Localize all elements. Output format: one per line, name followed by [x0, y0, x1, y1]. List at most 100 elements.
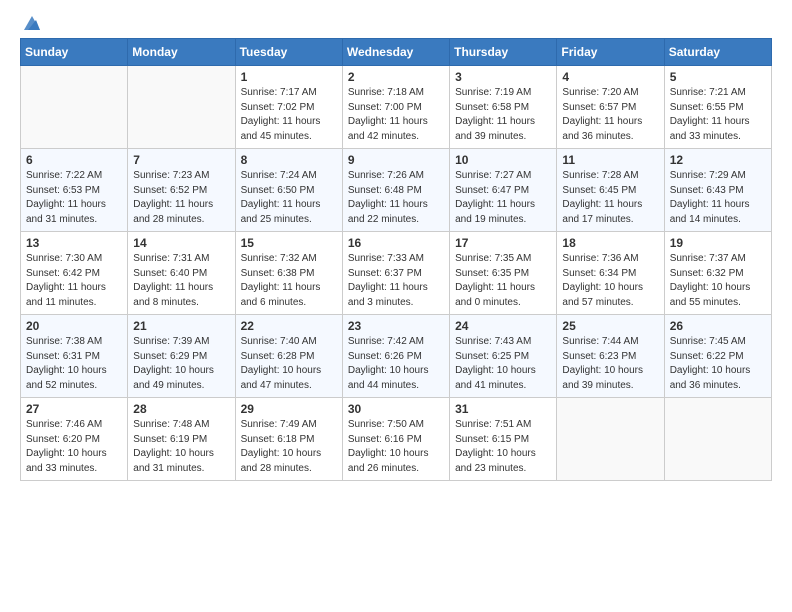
calendar-week-row: 1 Sunrise: 7:17 AMSunset: 7:02 PMDaylight… [21, 66, 772, 149]
day-info: Sunrise: 7:36 AMSunset: 6:34 PMDaylight:… [562, 252, 658, 310]
header [20, 16, 772, 32]
calendar-cell: 2 Sunrise: 7:18 AMSunset: 7:00 PMDaylight… [342, 66, 449, 149]
weekday-header-sunday: Sunday [21, 39, 128, 66]
day-number: 13 [26, 236, 122, 250]
day-number: 2 [348, 70, 444, 84]
calendar-cell: 28 Sunrise: 7:48 AMSunset: 6:19 PMDayligh… [128, 398, 235, 481]
calendar-cell: 18Sunrise: 7:36 AMSunset: 6:34 PMDayligh… [557, 232, 664, 315]
calendar-cell: 29Sunrise: 7:49 AMSunset: 6:18 PMDayligh… [235, 398, 342, 481]
day-number: 20 [26, 319, 122, 333]
day-info: Sunrise: 7:17 AMSunset: 7:02 PMDaylight:… [241, 86, 337, 144]
calendar-cell [128, 66, 235, 149]
calendar-page: SundayMondayTuesdayWednesdayThursdayFrid… [0, 0, 792, 501]
day-number: 3 [455, 70, 551, 84]
calendar-cell: 26Sunrise: 7:45 AMSunset: 6:22 PMDayligh… [664, 315, 771, 398]
day-info: Sunrise: 7:51 AMSunset: 6:15 PMDaylight:… [455, 418, 551, 476]
day-number: 6 [26, 153, 122, 167]
weekday-header-saturday: Saturday [664, 39, 771, 66]
calendar-cell: 10 Sunrise: 7:27 AMSunset: 6:47 PMDayligh… [450, 149, 557, 232]
day-info: Sunrise: 7:37 AMSunset: 6:32 PMDaylight:… [670, 252, 766, 310]
day-info: Sunrise: 7:42 AMSunset: 6:26 PMDaylight:… [348, 335, 444, 393]
day-number: 23 [348, 319, 444, 333]
day-number: 21 [133, 319, 229, 333]
day-info: Sunrise: 7:45 AMSunset: 6:22 PMDaylight:… [670, 335, 766, 393]
calendar-cell: 4 Sunrise: 7:20 AMSunset: 6:57 PMDaylight… [557, 66, 664, 149]
calendar-cell: 23 Sunrise: 7:42 AMSunset: 6:26 PMDayligh… [342, 315, 449, 398]
calendar-cell: 22Sunrise: 7:40 AMSunset: 6:28 PMDayligh… [235, 315, 342, 398]
calendar-cell [21, 66, 128, 149]
calendar-cell: 16 Sunrise: 7:33 AMSunset: 6:37 PMDayligh… [342, 232, 449, 315]
day-number: 7 [133, 153, 229, 167]
calendar-cell: 17Sunrise: 7:35 AMSunset: 6:35 PMDayligh… [450, 232, 557, 315]
day-number: 5 [670, 70, 766, 84]
calendar-cell: 30 Sunrise: 7:50 AMSunset: 6:16 PMDayligh… [342, 398, 449, 481]
day-number: 11 [562, 153, 658, 167]
day-number: 31 [455, 402, 551, 416]
day-info: Sunrise: 7:48 AMSunset: 6:19 PMDaylight:… [133, 418, 229, 476]
day-number: 24 [455, 319, 551, 333]
day-number: 9 [348, 153, 444, 167]
day-info: Sunrise: 7:29 AMSunset: 6:43 PMDaylight:… [670, 169, 766, 227]
calendar-cell: 12 Sunrise: 7:29 AMSunset: 6:43 PMDayligh… [664, 149, 771, 232]
calendar-cell: 3Sunrise: 7:19 AMSunset: 6:58 PMDaylight… [450, 66, 557, 149]
day-number: 10 [455, 153, 551, 167]
day-info: Sunrise: 7:22 AMSunset: 6:53 PMDaylight:… [26, 169, 122, 227]
calendar-cell: 8 Sunrise: 7:24 AMSunset: 6:50 PMDaylight… [235, 149, 342, 232]
day-info: Sunrise: 7:28 AMSunset: 6:45 PMDaylight:… [562, 169, 658, 227]
calendar-cell: 25 Sunrise: 7:44 AMSunset: 6:23 PMDayligh… [557, 315, 664, 398]
day-number: 28 [133, 402, 229, 416]
day-info: Sunrise: 7:31 AMSunset: 6:40 PMDaylight:… [133, 252, 229, 310]
day-number: 12 [670, 153, 766, 167]
weekday-header-thursday: Thursday [450, 39, 557, 66]
day-info: Sunrise: 7:20 AMSunset: 6:57 PMDaylight:… [562, 86, 658, 144]
calendar-cell: 27Sunrise: 7:46 AMSunset: 6:20 PMDayligh… [21, 398, 128, 481]
day-info: Sunrise: 7:33 AMSunset: 6:37 PMDaylight:… [348, 252, 444, 310]
calendar-cell: 24 Sunrise: 7:43 AMSunset: 6:25 PMDayligh… [450, 315, 557, 398]
calendar-cell: 20 Sunrise: 7:38 AMSunset: 6:31 PMDayligh… [21, 315, 128, 398]
calendar-cell: 11 Sunrise: 7:28 AMSunset: 6:45 PMDayligh… [557, 149, 664, 232]
day-info: Sunrise: 7:50 AMSunset: 6:16 PMDaylight:… [348, 418, 444, 476]
calendar-cell: 9Sunrise: 7:26 AMSunset: 6:48 PMDaylight… [342, 149, 449, 232]
calendar-cell: 21 Sunrise: 7:39 AMSunset: 6:29 PMDayligh… [128, 315, 235, 398]
calendar-cell [664, 398, 771, 481]
calendar-cell: 1 Sunrise: 7:17 AMSunset: 7:02 PMDaylight… [235, 66, 342, 149]
calendar-cell: 7 Sunrise: 7:23 AMSunset: 6:52 PMDaylight… [128, 149, 235, 232]
day-number: 14 [133, 236, 229, 250]
calendar-cell: 19 Sunrise: 7:37 AMSunset: 6:32 PMDayligh… [664, 232, 771, 315]
weekday-header-row: SundayMondayTuesdayWednesdayThursdayFrid… [21, 39, 772, 66]
calendar-table: SundayMondayTuesdayWednesdayThursdayFrid… [20, 38, 772, 481]
day-number: 25 [562, 319, 658, 333]
day-info: Sunrise: 7:49 AMSunset: 6:18 PMDaylight:… [241, 418, 337, 476]
calendar-cell: 13Sunrise: 7:30 AMSunset: 6:42 PMDayligh… [21, 232, 128, 315]
logo [20, 16, 42, 32]
calendar-cell: 14 Sunrise: 7:31 AMSunset: 6:40 PMDayligh… [128, 232, 235, 315]
day-number: 4 [562, 70, 658, 84]
calendar-week-row: 20 Sunrise: 7:38 AMSunset: 6:31 PMDayligh… [21, 315, 772, 398]
day-info: Sunrise: 7:44 AMSunset: 6:23 PMDaylight:… [562, 335, 658, 393]
day-info: Sunrise: 7:43 AMSunset: 6:25 PMDaylight:… [455, 335, 551, 393]
calendar-week-row: 13Sunrise: 7:30 AMSunset: 6:42 PMDayligh… [21, 232, 772, 315]
weekday-header-friday: Friday [557, 39, 664, 66]
calendar-cell: 6 Sunrise: 7:22 AMSunset: 6:53 PMDaylight… [21, 149, 128, 232]
day-info: Sunrise: 7:40 AMSunset: 6:28 PMDaylight:… [241, 335, 337, 393]
day-info: Sunrise: 7:24 AMSunset: 6:50 PMDaylight:… [241, 169, 337, 227]
weekday-header-tuesday: Tuesday [235, 39, 342, 66]
day-info: Sunrise: 7:38 AMSunset: 6:31 PMDaylight:… [26, 335, 122, 393]
calendar-week-row: 6 Sunrise: 7:22 AMSunset: 6:53 PMDaylight… [21, 149, 772, 232]
calendar-week-row: 27Sunrise: 7:46 AMSunset: 6:20 PMDayligh… [21, 398, 772, 481]
day-info: Sunrise: 7:39 AMSunset: 6:29 PMDaylight:… [133, 335, 229, 393]
day-info: Sunrise: 7:18 AMSunset: 7:00 PMDaylight:… [348, 86, 444, 144]
logo-icon [22, 14, 42, 32]
day-number: 30 [348, 402, 444, 416]
calendar-cell [557, 398, 664, 481]
day-info: Sunrise: 7:27 AMSunset: 6:47 PMDaylight:… [455, 169, 551, 227]
day-info: Sunrise: 7:35 AMSunset: 6:35 PMDaylight:… [455, 252, 551, 310]
day-number: 8 [241, 153, 337, 167]
weekday-header-wednesday: Wednesday [342, 39, 449, 66]
day-info: Sunrise: 7:46 AMSunset: 6:20 PMDaylight:… [26, 418, 122, 476]
day-info: Sunrise: 7:23 AMSunset: 6:52 PMDaylight:… [133, 169, 229, 227]
day-number: 1 [241, 70, 337, 84]
day-number: 19 [670, 236, 766, 250]
day-info: Sunrise: 7:21 AMSunset: 6:55 PMDaylight:… [670, 86, 766, 144]
day-number: 16 [348, 236, 444, 250]
